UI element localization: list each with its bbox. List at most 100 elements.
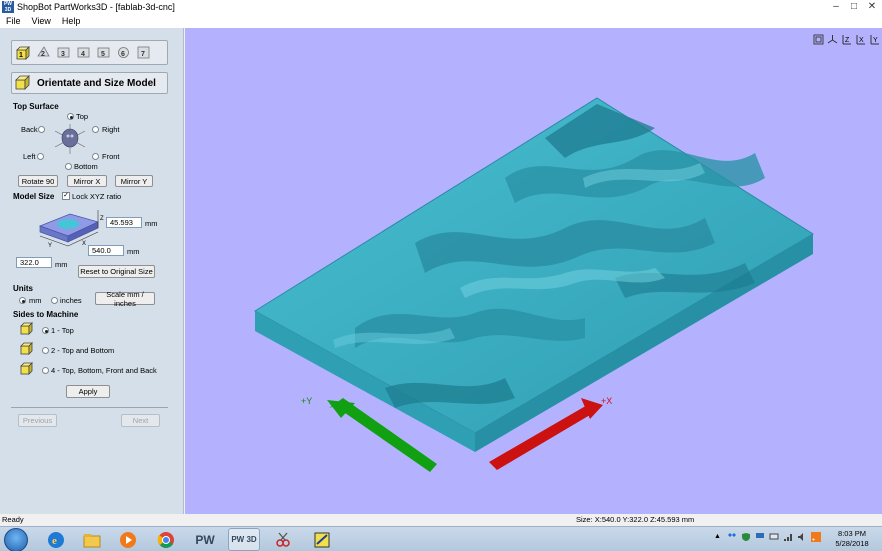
system-tray: ▲ — [712, 531, 821, 542]
svg-text:2: 2 — [41, 51, 45, 58]
side-2-label: 2 - Top and Bottom — [51, 346, 115, 355]
right-radio[interactable] — [92, 126, 99, 133]
svg-text:e: e — [52, 535, 57, 547]
inches-radio[interactable] — [51, 297, 58, 304]
cube-icon — [15, 75, 30, 90]
step-toolbar: 1 2 3 4 5 6 7 — [11, 40, 168, 65]
step-3-icon: 3 — [57, 47, 70, 58]
chrome-icon[interactable] — [150, 528, 182, 551]
bottom-radio[interactable] — [65, 163, 72, 170]
two-side-cube-icon — [20, 342, 33, 355]
model-size-icon: Y X Z — [39, 210, 104, 249]
step-2-button[interactable]: 2 — [35, 44, 52, 61]
inches-label: inches — [60, 296, 82, 305]
side-4-radio[interactable] — [42, 367, 49, 374]
app-icon: PW 3D — [2, 1, 14, 13]
minimize-button[interactable]: – — [830, 1, 842, 13]
left-radio[interactable] — [37, 153, 44, 160]
tray-shield-icon[interactable] — [740, 531, 751, 542]
status-size-readout: Size: X:540.0 Y:322.0 Z:45.593 mm — [576, 515, 695, 524]
menu-bar: File View Help — [0, 14, 882, 28]
status-text: Ready — [2, 515, 24, 524]
step-7-icon: 7 — [137, 46, 150, 59]
taskbar-clock[interactable]: 8:03 PM 5/28/2018 — [830, 529, 874, 549]
step-4-button[interactable]: 4 — [75, 44, 92, 61]
3d-viewport[interactable]: Z X Y +Y +X — [185, 28, 882, 514]
svg-text:3: 3 — [61, 51, 65, 58]
side-1-radio[interactable] — [42, 327, 49, 334]
pw3d-icon[interactable]: PW 3D — [228, 528, 260, 551]
tray-up-arrow-icon[interactable]: ▲ — [712, 531, 723, 542]
snipping-icon[interactable] — [267, 528, 299, 551]
x-size-input[interactable]: 540.0 — [88, 245, 124, 256]
front-radio[interactable] — [92, 153, 99, 160]
tray-rss-icon[interactable] — [810, 531, 821, 542]
previous-button[interactable]: Previous — [18, 414, 57, 427]
ie-icon[interactable]: e — [40, 528, 72, 551]
clock-time: 8:03 PM — [838, 529, 866, 538]
model-size-heading: Model Size — [13, 192, 55, 201]
menu-help[interactable]: Help — [62, 16, 81, 26]
tray-volume-icon[interactable] — [796, 531, 807, 542]
scale-units-button[interactable]: Scale mm / inches — [95, 290, 155, 308]
model-render: +Y +X — [254, 97, 814, 472]
sides-heading: Sides to Machine — [13, 310, 79, 319]
front-label: Front — [102, 152, 120, 161]
top-label: Top — [76, 112, 89, 121]
side-2-radio[interactable] — [42, 347, 49, 354]
side-4-label: 4 - Top, Bottom, Front and Back — [51, 366, 157, 375]
left-label: Left — [23, 152, 36, 161]
mm-radio[interactable] — [19, 297, 26, 304]
step-5-icon: 5 — [97, 47, 110, 58]
tray-dropbox-icon[interactable] — [726, 531, 737, 542]
svg-text:7: 7 — [141, 51, 145, 58]
window-title: ShopBot PartWorks3D - [fablab-3d-cnc] — [17, 2, 175, 12]
next-button[interactable]: Next — [121, 414, 160, 427]
tray-flag-icon[interactable] — [754, 531, 765, 542]
step-6-button[interactable]: 6 — [115, 44, 132, 61]
explorer-icon[interactable] — [76, 528, 108, 551]
svg-text:X: X — [82, 241, 86, 247]
menu-view[interactable]: View — [32, 16, 51, 26]
svg-text:6: 6 — [121, 51, 125, 58]
y-size-input[interactable]: 322.0 — [16, 257, 52, 268]
svg-text:4: 4 — [81, 51, 85, 58]
status-bar: Ready Size: X:540.0 Y:322.0 Z:45.593 mm — [0, 514, 882, 526]
maximize-button[interactable]: □ — [848, 1, 860, 13]
step-5-button[interactable]: 5 — [95, 44, 112, 61]
back-radio[interactable] — [38, 126, 45, 133]
tray-monitor-icon[interactable] — [768, 531, 779, 542]
side-1-label: 1 - Top — [51, 326, 74, 335]
right-label: Right — [102, 125, 120, 134]
media-player-icon[interactable] — [112, 528, 144, 551]
mirror-y-button[interactable]: Mirror Y — [115, 175, 153, 187]
step-1-button[interactable]: 1 — [15, 44, 32, 61]
pw-icon[interactable]: PW — [189, 528, 221, 551]
rotate-90-button[interactable]: Rotate 90 — [18, 175, 58, 187]
title-bar: PW 3D ShopBot PartWorks3D - [fablab-3d-c… — [0, 0, 882, 14]
x-unit-label: mm — [127, 247, 140, 256]
y-axis-label: +Y — [301, 396, 312, 406]
reset-size-button[interactable]: Reset to Original Size — [78, 265, 155, 278]
four-side-cube-icon — [20, 362, 33, 375]
start-button[interactable] — [4, 528, 28, 551]
section-header: Orientate and Size Model — [11, 72, 168, 94]
lock-xyz-checkbox[interactable]: ✓ — [62, 192, 70, 200]
svg-text:5: 5 — [101, 51, 105, 58]
apply-button[interactable]: Apply — [66, 385, 110, 398]
lock-xyz-label: Lock XYZ ratio — [72, 192, 122, 201]
y-unit-label: mm — [55, 260, 68, 269]
orientation-model-icon — [54, 124, 86, 154]
svg-text:1: 1 — [19, 52, 23, 59]
mirror-x-button[interactable]: Mirror X — [67, 175, 107, 187]
x-axis-label: +X — [601, 396, 612, 406]
step-7-button[interactable]: 7 — [135, 44, 152, 61]
step-6-icon: 6 — [118, 47, 129, 58]
top-radio[interactable] — [67, 113, 74, 120]
z-size-input[interactable]: 45.593 — [106, 217, 142, 228]
step-3-button[interactable]: 3 — [55, 44, 72, 61]
close-button[interactable]: ✕ — [866, 1, 878, 13]
cut-icon[interactable] — [306, 528, 338, 551]
tray-network-icon[interactable] — [782, 531, 793, 542]
menu-file[interactable]: File — [6, 16, 21, 26]
